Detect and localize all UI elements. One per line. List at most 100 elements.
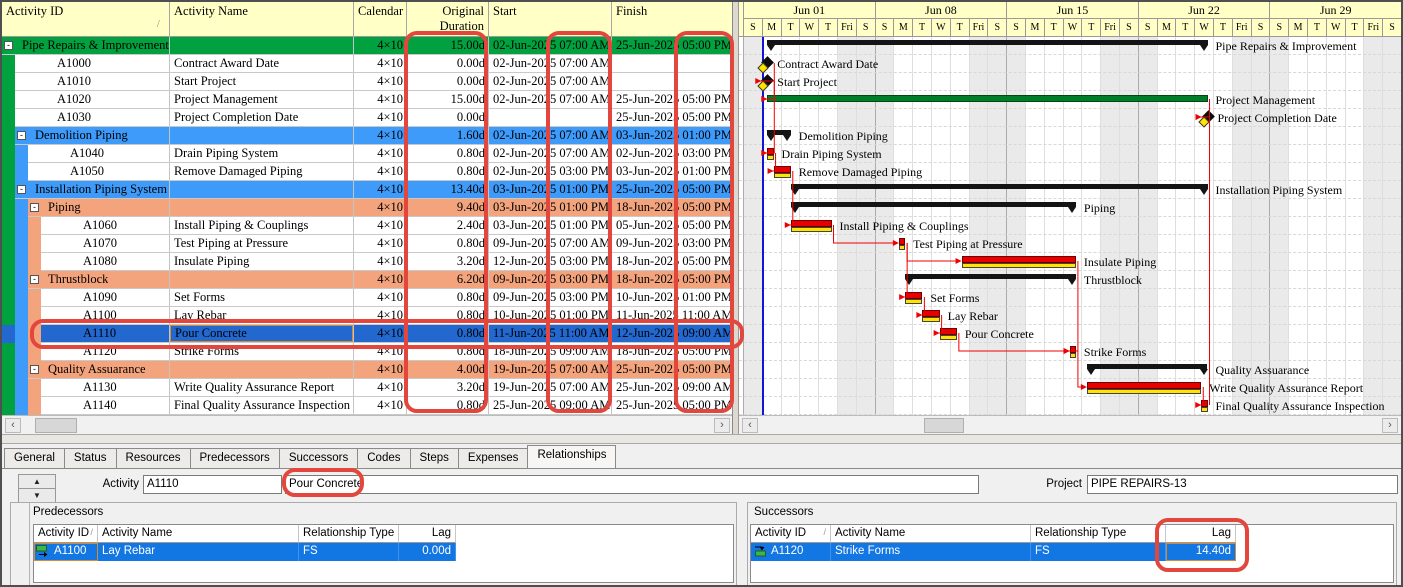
rel-type[interactable]: FS bbox=[299, 543, 399, 561]
tab-general[interactable]: General bbox=[4, 448, 65, 468]
timescale-day[interactable]: S bbox=[987, 19, 1006, 37]
calendar-cell[interactable]: 4×10 bbox=[354, 218, 403, 234]
finish-cell[interactable]: 18-Jun-2025 05:00 PM bbox=[616, 272, 731, 288]
start-cell[interactable]: 18-Jun-2025 09:00 AM bbox=[493, 344, 611, 360]
calendar-cell[interactable]: 4×10 bbox=[354, 398, 403, 414]
scroll-left-arrow[interactable]: ‹ bbox=[5, 418, 21, 433]
calendar-cell[interactable]: 4×10 bbox=[354, 344, 403, 360]
finish-cell[interactable]: 03-Jun-2025 01:00 PM bbox=[616, 164, 731, 180]
activity-id-cell[interactable]: A1050 bbox=[70, 164, 104, 180]
timescale-day[interactable]: T bbox=[912, 19, 931, 37]
timescale-week[interactable]: Jun 22 bbox=[1138, 2, 1270, 19]
timescale-day[interactable]: Fri bbox=[1100, 19, 1119, 37]
duration-cell[interactable]: 13.40d bbox=[407, 182, 485, 198]
col-header-finish[interactable]: Finish bbox=[612, 2, 733, 37]
col-header-original-duration[interactable]: Original Duration bbox=[407, 2, 489, 37]
rel-col-header[interactable]: Lag bbox=[399, 525, 456, 543]
activity-id-cell[interactable]: A1140 bbox=[83, 398, 117, 414]
activity-id-cell[interactable]: A1020 bbox=[57, 92, 91, 108]
activity-id-cell[interactable]: A1070 bbox=[83, 236, 117, 252]
start-cell[interactable]: 10-Jun-2025 01:00 PM bbox=[493, 308, 611, 324]
gantt-scroll-thumb[interactable] bbox=[924, 418, 964, 433]
finish-cell[interactable]: 10-Jun-2025 01:00 PM bbox=[616, 290, 731, 306]
activity-name-cell[interactable]: Set Forms bbox=[174, 290, 350, 306]
timescale-day[interactable]: S bbox=[1119, 19, 1138, 37]
finish-cell[interactable]: 25-Jun-2025 05:00 PM bbox=[616, 182, 731, 198]
next-activity-button[interactable]: ▼ bbox=[18, 488, 56, 503]
start-cell[interactable]: 03-Jun-2025 01:00 PM bbox=[493, 218, 611, 234]
start-cell[interactable]: 11-Jun-2025 11:00 AM bbox=[493, 326, 611, 342]
activity-name-cell[interactable]: Test Piping at Pressure bbox=[174, 236, 350, 252]
timescale-day[interactable]: S bbox=[856, 19, 875, 37]
timescale-day[interactable]: T bbox=[781, 19, 800, 37]
activity-id-field[interactable]: A1110 bbox=[143, 475, 282, 494]
finish-cell[interactable]: 09-Jun-2025 03:00 PM bbox=[616, 236, 731, 252]
table-row[interactable]: A1030Project Completion Date4×100.00d25-… bbox=[2, 109, 733, 127]
timescale-day[interactable]: Fri bbox=[969, 19, 988, 37]
rel-activity-name[interactable]: Strike Forms bbox=[831, 543, 1031, 561]
calendar-cell[interactable]: 4×10 bbox=[354, 380, 403, 396]
col-header-activity-name[interactable]: Activity Name bbox=[170, 2, 354, 37]
table-row[interactable]: A1110Pour Concrete4×100.80d11-Jun-2025 1… bbox=[2, 325, 733, 343]
finish-cell[interactable]: 18-Jun-2025 05:00 PM bbox=[616, 254, 731, 270]
table-row[interactable]: A1040Drain Piping System4×100.80d02-Jun-… bbox=[2, 145, 733, 163]
calendar-cell[interactable]: 4×10 bbox=[354, 146, 403, 162]
duration-cell[interactable]: 3.20d bbox=[407, 254, 485, 270]
start-cell[interactable]: 25-Jun-2025 09:00 AM bbox=[493, 398, 611, 414]
finish-cell[interactable]: 25-Jun-2025 05:00 PM bbox=[616, 362, 731, 378]
timescale-day[interactable]: M bbox=[1025, 19, 1044, 37]
calendar-cell[interactable]: 4×10 bbox=[354, 290, 403, 306]
start-cell[interactable]: 09-Jun-2025 03:00 PM bbox=[493, 290, 611, 306]
finish-cell[interactable]: 05-Jun-2025 05:00 PM bbox=[616, 218, 731, 234]
duration-cell[interactable]: 0.80d bbox=[407, 326, 485, 342]
duration-cell[interactable]: 0.00d bbox=[407, 74, 485, 90]
rel-col-header[interactable]: Lag bbox=[1166, 525, 1236, 543]
table-row[interactable]: A1090Set Forms4×100.80d09-Jun-2025 03:00… bbox=[2, 289, 733, 307]
timescale-day[interactable]: T bbox=[1044, 19, 1063, 37]
table-row[interactable]: A1060Install Piping & Couplings4×102.40d… bbox=[2, 217, 733, 235]
rel-col-header[interactable]: Activity Name bbox=[98, 525, 299, 543]
timescale-day[interactable]: Fri bbox=[837, 19, 856, 37]
activity-name-cell[interactable]: Final Quality Assurance Inspection bbox=[174, 398, 350, 414]
start-cell[interactable]: 02-Jun-2025 07:00 AM bbox=[493, 128, 611, 144]
tab-codes[interactable]: Codes bbox=[357, 448, 410, 468]
finish-cell[interactable] bbox=[616, 74, 731, 90]
calendar-cell[interactable]: 4×10 bbox=[354, 128, 403, 144]
table-row[interactable]: -Installation Piping System4×1013.40d03-… bbox=[2, 181, 733, 199]
start-cell[interactable]: 12-Jun-2025 03:00 PM bbox=[493, 254, 611, 270]
tab-resources[interactable]: Resources bbox=[116, 448, 191, 468]
table-row[interactable]: A1100Lay Rebar4×100.80d10-Jun-2025 01:00… bbox=[2, 307, 733, 325]
calendar-cell[interactable]: 4×10 bbox=[354, 110, 403, 126]
duration-cell[interactable]: 15.00d bbox=[407, 38, 485, 54]
finish-cell[interactable]: 18-Jun-2025 05:00 PM bbox=[616, 344, 731, 360]
finish-cell[interactable]: 25-Jun-2025 05:00 PM bbox=[616, 398, 731, 414]
timescale-day[interactable]: T bbox=[1175, 19, 1194, 37]
calendar-cell[interactable]: 4×10 bbox=[354, 200, 403, 216]
activity-name-cell[interactable]: Insulate Piping bbox=[174, 254, 350, 270]
rel-lag[interactable]: 14.40d bbox=[1166, 543, 1236, 561]
tab-successors[interactable]: Successors bbox=[279, 448, 358, 468]
finish-cell[interactable]: 25-Jun-2025 05:00 PM bbox=[616, 110, 731, 126]
activity-name-cell[interactable]: Contract Award Date bbox=[174, 56, 350, 72]
activity-id-cell[interactable]: A1110 bbox=[83, 326, 116, 342]
activity-name-cell[interactable]: Project Management bbox=[174, 92, 350, 108]
gantt-horizontal-scrollbar[interactable]: ‹ › bbox=[739, 415, 1401, 434]
collapse-button[interactable]: - bbox=[17, 185, 26, 194]
rel-col-header[interactable]: Activity ID / bbox=[34, 525, 98, 543]
timescale-day[interactable]: Fri bbox=[1363, 19, 1382, 37]
start-cell[interactable]: 19-Jun-2025 07:00 AM bbox=[493, 380, 611, 396]
timescale-day[interactable]: T bbox=[1213, 19, 1232, 37]
table-row[interactable]: A1120Strike Forms4×100.80d18-Jun-2025 09… bbox=[2, 343, 733, 361]
collapse-button[interactable]: - bbox=[30, 275, 39, 284]
duration-cell[interactable]: 0.00d bbox=[407, 56, 485, 72]
activity-id-cell[interactable]: A1130 bbox=[83, 380, 117, 396]
finish-cell[interactable] bbox=[616, 56, 731, 72]
collapse-button[interactable]: - bbox=[4, 41, 13, 50]
duration-cell[interactable]: 0.80d bbox=[407, 308, 485, 324]
tab-relationships[interactable]: Relationships bbox=[527, 445, 616, 468]
calendar-cell[interactable]: 4×10 bbox=[354, 74, 403, 90]
start-cell[interactable]: 09-Jun-2025 07:00 AM bbox=[493, 236, 611, 252]
activity-id-cell[interactable]: A1080 bbox=[83, 254, 117, 270]
rel-activity-name[interactable]: Lay Rebar bbox=[98, 543, 299, 561]
timescale-week[interactable]: Jun 08 bbox=[875, 2, 1007, 19]
